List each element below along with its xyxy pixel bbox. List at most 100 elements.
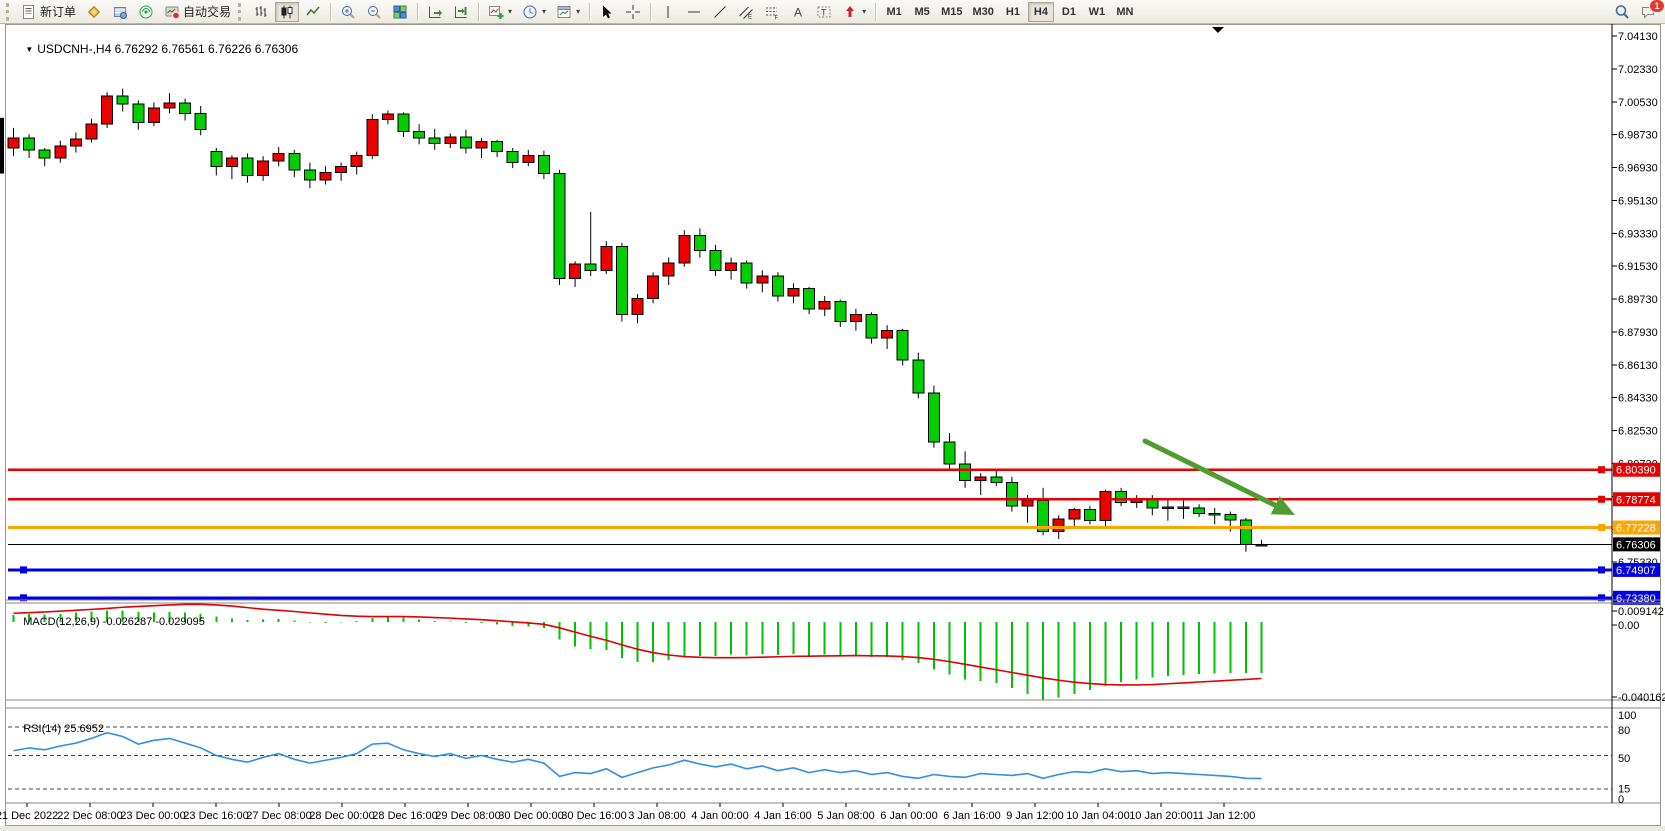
bar-chart-button[interactable] [249,2,273,22]
text-button[interactable]: A [786,2,810,22]
zoom-out-button[interactable] [362,2,386,22]
new-order-button[interactable]: 新订单 [17,2,80,22]
line-handle[interactable] [20,566,27,573]
candle [1053,519,1064,532]
timeframe-D1[interactable]: D1 [1056,2,1082,22]
signal-button[interactable] [134,2,158,22]
candle [726,263,737,270]
candle [616,247,627,315]
candle [601,247,612,271]
toolbar-separator [330,3,331,21]
price-tick-label: 6.87930 [1618,327,1658,339]
candle-chart-button[interactable] [275,2,299,22]
arrows-shapes-icon [842,4,858,20]
chart-canvas[interactable]: 7.041307.023307.005306.987306.969306.951… [0,0,1665,831]
price-tick-label: 6.82530 [1618,426,1658,438]
vertical-line-button[interactable] [656,2,680,22]
toolbar-separator [417,3,418,21]
crosshair-button[interactable] [621,2,645,22]
candle [476,142,487,148]
candle [226,158,237,166]
templates-button[interactable]: ▾ [552,2,584,22]
candle [897,331,908,360]
horizontal-line-button[interactable] [682,2,706,22]
search-button[interactable] [1610,2,1634,22]
rsi-name: RSI(14) [23,723,61,735]
candle [1100,491,1111,520]
chart-shift-button[interactable] [449,2,473,22]
timeframe-H1[interactable]: H1 [1000,2,1026,22]
line-chart-icon [305,4,321,20]
price-level-label-text: 6.77228 [1616,522,1656,534]
candle [70,139,81,146]
svg-text:T: T [821,7,827,17]
timeframe-H4[interactable]: H4 [1028,2,1054,22]
signal-icon [138,4,154,20]
candle [86,124,97,139]
search-icon [1614,4,1630,20]
candle [180,103,191,113]
trendline-button[interactable] [708,2,732,22]
timeframe-M5[interactable]: M5 [909,2,935,22]
bar-chart-icon [253,4,269,20]
price-tick-label: 6.93330 [1618,228,1658,240]
candle [55,146,66,158]
horizontal-line-icon [686,4,702,20]
timeframe-M30[interactable]: M30 [969,2,998,22]
autotrade-button[interactable]: 自动交易 [160,2,235,22]
candle [772,276,783,296]
channel-icon: E [738,4,754,20]
candle [148,108,159,123]
line-handle[interactable] [1598,566,1605,573]
chart-background [0,24,1665,831]
tile-windows-button[interactable] [388,2,412,22]
line-handle[interactable] [1598,524,1605,531]
auto-scroll-button[interactable] [423,2,447,22]
candle [304,170,315,180]
candle [913,360,924,393]
notifications-button[interactable]: 1 [1636,2,1660,22]
rsi-axis-label: 100 [1618,710,1636,722]
equidistant-channel-button[interactable]: E [734,2,758,22]
data-window-button[interactable] [108,2,132,22]
fibonacci-icon: F [764,4,780,20]
toolbar-separator [478,3,479,21]
time-tick-label: 22 Dec 08:00 [57,810,122,822]
line-handle[interactable] [1598,496,1605,503]
candle [882,331,893,338]
time-tick-label: 4 Jan 16:00 [754,810,812,822]
autotrade-label: 自动交易 [183,3,231,20]
timeframe-W1[interactable]: W1 [1084,2,1110,22]
candle [320,173,331,180]
fibonacci-button[interactable]: F [760,2,784,22]
chart-title: ▼USDCNH-,H4 6.76292 6.76561 6.76226 6.76… [12,28,298,70]
market-watch-button[interactable] [82,2,106,22]
line-chart-button[interactable] [301,2,325,22]
macd-name: MACD(12,26,9) [23,616,99,628]
line-handle[interactable] [1598,466,1605,473]
timeframe-MN[interactable]: MN [1112,2,1138,22]
indicators-button[interactable]: ▾ [484,2,516,22]
timeframe-M1[interactable]: M1 [881,2,907,22]
toolbar-separator [875,3,876,21]
candle [757,276,768,283]
text-label-button[interactable]: T [812,2,836,22]
cursor-button[interactable] [595,2,619,22]
dropdown-caret: ▾ [542,7,546,16]
periods-button[interactable]: ▾ [518,2,550,22]
data-window-icon [112,4,128,20]
arrows-shapes-button[interactable]: ▾ [838,2,870,22]
candle [242,158,253,175]
zoom-in-button[interactable] [336,2,360,22]
rsi-axis-label: 80 [1618,725,1630,737]
candle [1084,510,1095,521]
tile-windows-icon [392,4,408,20]
svg-text:A: A [794,5,802,19]
candle [492,142,503,152]
macd-indicator-label: MACD(12,26,9) -0.026287 -0.029095 [11,604,205,640]
timeframe-M15[interactable]: M15 [937,2,966,22]
candle [1178,507,1189,509]
chart-menu-arrow-icon[interactable]: ▼ [25,45,33,54]
candle [960,464,971,480]
new-order-icon [21,4,37,20]
